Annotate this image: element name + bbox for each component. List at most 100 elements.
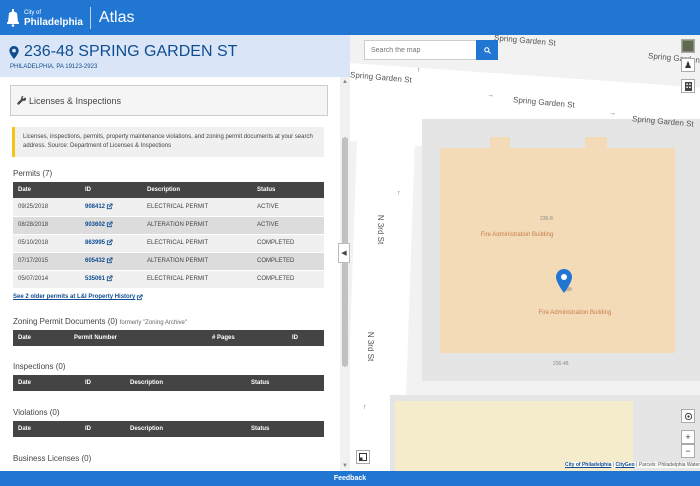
one-way-arrow-icon: ↑ — [417, 67, 421, 74]
column-header-description[interactable]: Description — [125, 420, 246, 437]
external-link-icon[interactable] — [106, 275, 113, 282]
zoom-out-button[interactable]: − — [681, 444, 695, 458]
table-row: 05/10/2018 863995 ELECTRICAL PERMIT COMP… — [13, 234, 324, 253]
column-header-pages[interactable]: # Pages — [207, 329, 287, 346]
one-way-arrow-icon: ↑ — [363, 404, 367, 411]
city-logo-text[interactable]: City of Philadelphia — [24, 9, 83, 28]
imagery-thumbnail-icon — [683, 41, 693, 51]
one-way-arrow-icon: → — [609, 110, 616, 117]
scroll-down-icon[interactable]: ▼ — [342, 463, 348, 469]
header-divider — [89, 6, 91, 29]
topic-scroll-area[interactable]: Licenses & Inspections Licenses, inspect… — [0, 77, 340, 471]
cell-id: 903602 — [80, 216, 142, 235]
map-search-input[interactable] — [364, 40, 476, 60]
cell-date: 09/25/2018 — [13, 198, 80, 217]
cell-description: ELECTRICAL PERMIT — [142, 270, 252, 289]
column-header-description[interactable]: Description — [142, 182, 252, 198]
permit-link[interactable]: 605432 — [85, 259, 105, 265]
topic-label: Licenses & Inspections — [29, 95, 122, 106]
city-name-label: Philadelphia — [24, 16, 83, 28]
external-link-icon[interactable] — [106, 221, 113, 228]
table-header-row: Date ID Description Status — [13, 420, 324, 437]
permit-link[interactable]: 903602 — [85, 223, 105, 229]
cell-description: ELECTRICAL PERMIT — [142, 234, 252, 253]
legend-toggle-button[interactable] — [356, 450, 370, 464]
app-title[interactable]: Atlas — [99, 9, 135, 27]
table-row: 08/28/2018 903602 ALTERATION PERMIT ACTI… — [13, 216, 324, 235]
pegman-icon: ♟ — [683, 59, 693, 70]
older-permits-link[interactable]: See 2 older permits at L&I Property Hist… — [13, 293, 340, 301]
basemap-toggle-button[interactable] — [681, 39, 695, 53]
map-attribution: City of Philadelphia | CityGeo | Parcels… — [565, 462, 700, 468]
cell-status: ACTIVE — [252, 216, 324, 235]
building-south — [395, 401, 633, 471]
cell-status: ACTIVE — [252, 198, 324, 217]
external-link-icon[interactable] — [106, 239, 113, 246]
topic-header-licenses[interactable]: Licenses & Inspections — [10, 85, 328, 116]
map-search-button[interactable] — [476, 40, 498, 60]
business-licenses-title: Business Licenses (0) — [13, 453, 92, 463]
column-header-date[interactable]: Date — [13, 182, 80, 198]
table-row: 09/25/2018 908412 ELECTRICAL PERMIT ACTI… — [13, 198, 324, 217]
external-link-icon[interactable] — [106, 203, 113, 210]
street-view-button[interactable]: ♟ — [681, 58, 695, 72]
collapse-panel-button[interactable]: ◀ — [338, 243, 350, 263]
address-number-label: 236-8 — [540, 216, 553, 222]
scroll-up-icon[interactable]: ▲ — [342, 79, 348, 85]
address-number-label: 236-48 — [553, 361, 569, 367]
zoning-title-text: Zoning Permit Documents (0) — [13, 316, 118, 326]
building-label-top: Fire Administration Building — [480, 232, 554, 238]
locate-me-button[interactable] — [681, 409, 695, 423]
external-link-icon[interactable] — [106, 257, 113, 264]
column-header-id[interactable]: ID — [80, 374, 125, 391]
permit-link[interactable]: 908412 — [85, 204, 105, 210]
feedback-bar[interactable]: Feedback — [0, 471, 700, 486]
cell-status: COMPLETED — [252, 270, 324, 289]
address-main-text: 236-48 SPRING GARDEN ST — [24, 43, 238, 60]
column-header-date[interactable]: Date — [13, 420, 80, 437]
attribution-city-link[interactable]: City of Philadelphia — [565, 462, 611, 468]
cell-description: ALTERATION PERMIT — [142, 252, 252, 271]
address-subtitle: PHILADELPHIA, PA 19123-2923 — [10, 64, 98, 70]
column-header-status[interactable]: Status — [246, 420, 324, 437]
search-icon — [483, 46, 491, 54]
wrench-icon — [17, 96, 26, 105]
caret-left-icon: ◀ — [341, 250, 347, 257]
panel-scrollbar[interactable]: ▲ ▼ — [340, 77, 350, 471]
location-pin-icon[interactable] — [556, 269, 572, 293]
attribution-citygeo-link[interactable]: CityGeo — [615, 462, 634, 468]
liberty-bell-icon[interactable] — [6, 8, 20, 27]
column-header-status[interactable]: Status — [252, 182, 324, 198]
column-header-id[interactable]: ID — [287, 329, 324, 346]
column-header-id[interactable]: ID — [80, 182, 142, 198]
address-title: 236-48 SPRING GARDEN ST — [9, 43, 350, 61]
buildings-button[interactable] — [681, 79, 695, 93]
table-row: 07/17/2015 605432 ALTERATION PERMIT COMP… — [13, 252, 324, 271]
column-header-status[interactable]: Status — [246, 374, 324, 391]
column-header-id[interactable]: ID — [80, 420, 125, 437]
map-view[interactable]: 236-8 236-48 Fire Administration Buildin… — [350, 35, 700, 471]
cell-id: 535061 — [80, 270, 142, 289]
topic-intro-text: Licenses, inspections, permits, property… — [12, 127, 324, 157]
column-header-date[interactable]: Date — [13, 329, 69, 346]
one-way-arrow-icon: → — [487, 92, 494, 99]
permit-link[interactable]: 863995 — [85, 241, 105, 247]
inspections-table: Date ID Description Status — [13, 374, 324, 391]
cell-description: ALTERATION PERMIT — [142, 216, 252, 235]
permit-link[interactable]: 535061 — [85, 277, 105, 283]
table-header-row: Date ID Description Status — [13, 374, 324, 391]
zoom-in-button[interactable]: + — [681, 430, 695, 444]
column-header-description[interactable]: Description — [125, 374, 246, 391]
column-header-permit-number[interactable]: Permit Number — [69, 329, 207, 346]
permits-title: Permits (7) — [13, 169, 53, 178]
older-permits-label: See 2 older permits at L&I Property Hist… — [13, 294, 136, 300]
street-label: N 3rd St — [366, 331, 376, 362]
building-notch — [490, 137, 510, 151]
zoning-table: Date Permit Number # Pages ID — [13, 329, 324, 346]
building-label-bottom: Fire Administration Building — [538, 310, 612, 316]
building-icon — [684, 82, 692, 91]
map-search — [364, 40, 498, 60]
fire-administration-building[interactable] — [440, 148, 675, 353]
column-header-date[interactable]: Date — [13, 374, 80, 391]
cell-date: 08/28/2018 — [13, 216, 80, 235]
